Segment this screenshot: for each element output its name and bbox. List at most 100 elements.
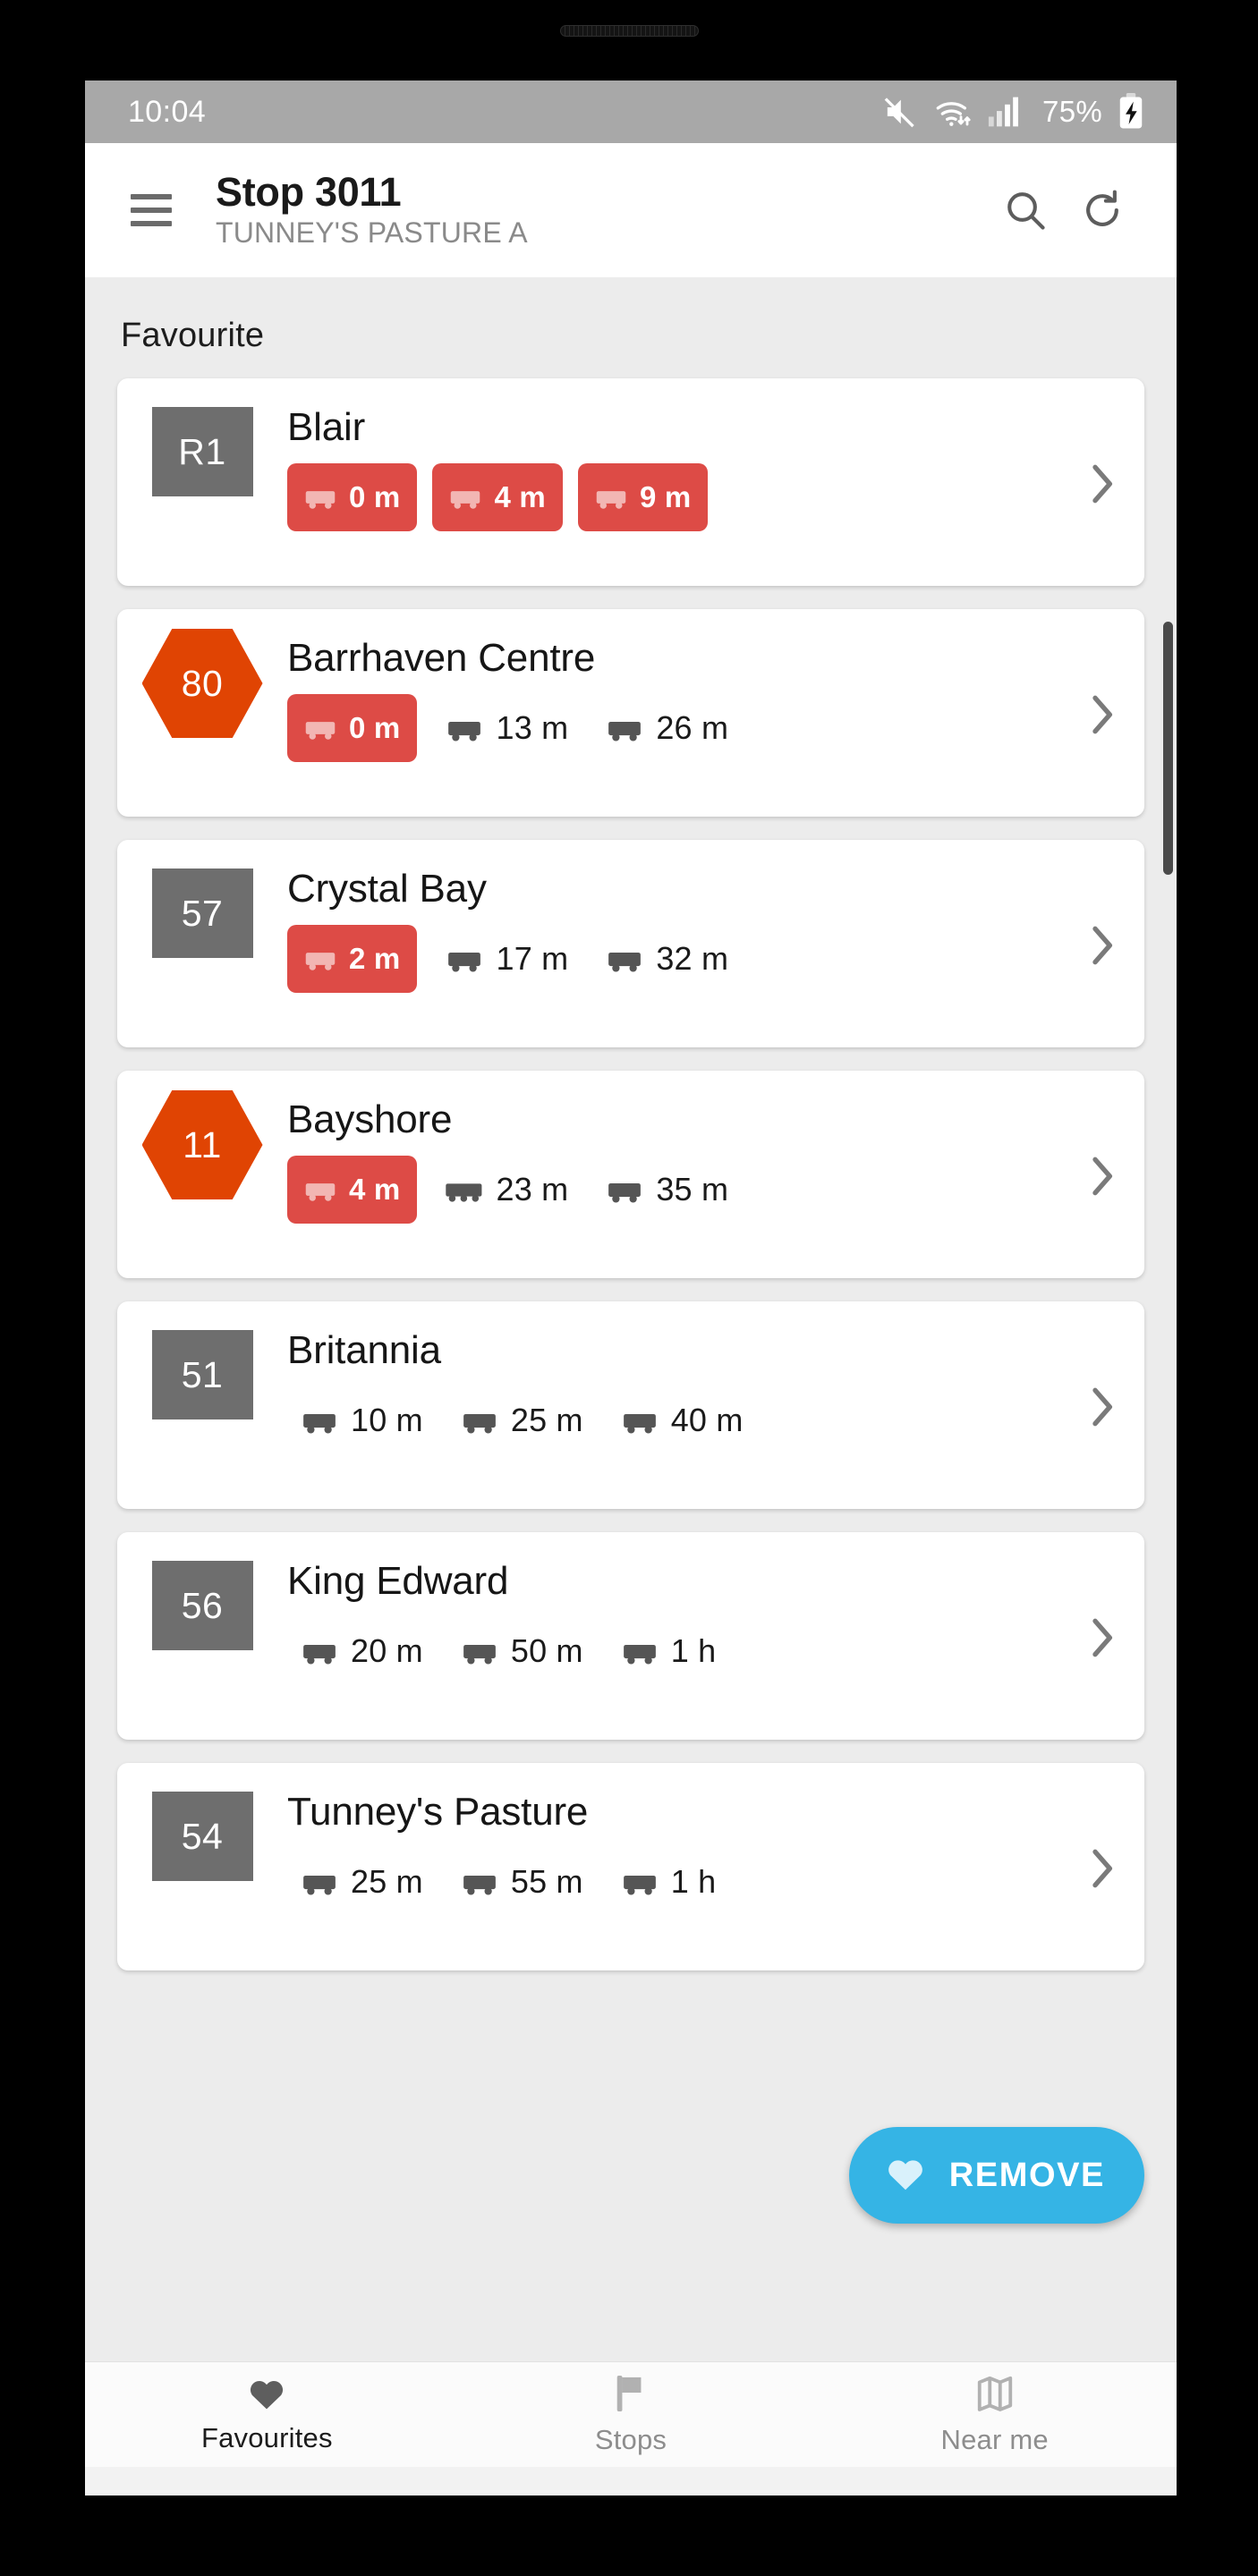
arrival-times-row: 2 m 17 m 32 m	[287, 925, 1041, 994]
hamburger-line	[131, 194, 172, 199]
arrival-time-scheduled: 55 m	[447, 1848, 592, 1916]
route-card-body: Barrhaven Centre 0 m 13 m 26 m	[287, 636, 1058, 763]
bus-icon	[620, 1868, 659, 1897]
title-block: Stop 3011 TUNNEY'S PASTURE A	[216, 170, 987, 250]
arrival-time-live: 0 m	[287, 694, 418, 763]
arrival-time-label: 20 m	[351, 1632, 423, 1670]
route-card-body: King Edward 20 m 50 m 1 h	[287, 1559, 1058, 1685]
arrival-time-scheduled: 1 h	[608, 1848, 726, 1916]
chevron-right-icon[interactable]	[1058, 1843, 1144, 1894]
bus-icon	[302, 484, 338, 511]
arrival-time-label: 25 m	[510, 1402, 583, 1439]
route-card[interactable]: R1 Blair 0 m 4 m 9 m	[117, 378, 1144, 586]
arrival-time-scheduled: 17 m	[432, 925, 577, 993]
bus-icon	[302, 1176, 338, 1203]
arrival-time-label: 0 m	[349, 711, 401, 745]
battery-percent-label: 75%	[1042, 95, 1102, 128]
arrival-time-scheduled: 26 m	[592, 694, 737, 762]
refresh-icon[interactable]	[1064, 172, 1141, 249]
bus-icon	[460, 1868, 499, 1897]
arrival-time-label: 23 m	[496, 1171, 569, 1208]
route-card[interactable]: 80 Barrhaven Centre 0 m 13 m 26 m	[117, 609, 1144, 817]
route-badge-wrap: 51	[117, 1328, 287, 1419]
route-card[interactable]: 56 King Edward 20 m 50 m 1 h	[117, 1532, 1144, 1740]
hamburger-line	[131, 208, 172, 213]
back-button[interactable]	[812, 2493, 1177, 2496]
scrollbar-thumb[interactable]	[1163, 622, 1173, 875]
remove-favourite-button[interactable]: REMOVE	[848, 2127, 1144, 2224]
route-card[interactable]: 51 Britannia 10 m 25 m 40 m	[117, 1301, 1144, 1509]
route-destination-name: Blair	[287, 405, 366, 449]
route-badge: 80	[141, 629, 263, 738]
route-destination-name: Tunney's Pasture	[287, 1790, 589, 1834]
arrival-time-label: 0 m	[349, 480, 401, 514]
arrival-time-scheduled: 20 m	[287, 1617, 432, 1685]
status-bar: 10:04 75%	[85, 80, 1177, 143]
arrival-time-scheduled: 23 m	[432, 1156, 577, 1224]
route-list: R1 Blair 0 m 4 m 9 m 80 Barrhaven Centre 0 m 13 …	[85, 378, 1177, 1970]
favourites-list-scroll[interactable]: Favourite R1 Blair 0 m4 m9 m 80 Barrhaven Ce…	[85, 277, 1177, 2361]
chevron-right-icon[interactable]	[1058, 1382, 1144, 1432]
arrival-time-scheduled: 25 m	[287, 1848, 432, 1916]
route-card[interactable]: 54 Tunney's Pasture 25 m 55 m 1 h	[117, 1763, 1144, 1970]
arrival-times-row: 10 m 25 m 40 m	[287, 1386, 1041, 1454]
arrival-time-live: 4 m	[287, 1156, 418, 1224]
app-bar: Stop 3011 TUNNEY'S PASTURE A	[85, 143, 1177, 277]
search-icon[interactable]	[987, 172, 1064, 249]
bottom-nav-item-favourites[interactable]: Favourites	[85, 2362, 449, 2467]
arrival-times-row: 20 m 50 m 1 h	[287, 1617, 1041, 1685]
route-destination-name: Britannia	[287, 1328, 441, 1372]
arrival-time-live: 2 m	[287, 925, 418, 994]
route-badge-wrap: R1	[117, 405, 287, 496]
arrival-time-label: 32 m	[656, 940, 729, 978]
articulated-bus-icon	[445, 1175, 484, 1205]
route-badge-wrap: 11	[117, 1090, 287, 1199]
chevron-right-icon[interactable]	[1058, 1613, 1144, 1663]
bottom-nav-label: Favourites	[200, 2422, 333, 2453]
arrival-times-row: 4 m 23 m 35 m	[287, 1156, 1041, 1224]
arrival-time-scheduled: 50 m	[447, 1617, 592, 1685]
route-card-body: Blair 0 m 4 m 9 m	[287, 405, 1058, 532]
route-card[interactable]: 57 Crystal Bay 2 m 17 m 32 m	[117, 840, 1144, 1047]
hamburger-line	[131, 221, 172, 226]
bus-icon	[302, 715, 338, 741]
arrival-time-label: 25 m	[351, 1863, 423, 1901]
bus-icon	[593, 484, 629, 511]
arrival-times-row: 25 m 55 m 1 h	[287, 1848, 1041, 1916]
arrival-time-live: 0 m	[287, 463, 418, 532]
arrival-time-live: 4 m	[432, 463, 563, 532]
route-destination-name: Bayshore	[287, 1097, 453, 1141]
bus-icon	[605, 945, 644, 974]
phone-screen: 10:04 75% Stop 3011 TUNNEY'S PASTURE A F…	[85, 80, 1177, 2496]
arrival-time-label: 35 m	[656, 1171, 729, 1208]
arrival-time-scheduled: 25 m	[447, 1386, 592, 1454]
heart-icon	[247, 2375, 286, 2412]
arrival-time-label: 1 h	[670, 1632, 717, 1670]
hamburger-menu-icon[interactable]	[119, 178, 183, 242]
bus-icon	[300, 1637, 339, 1666]
route-card-body: Britannia 10 m 25 m 40 m	[287, 1328, 1058, 1454]
page-subtitle: TUNNEY'S PASTURE A	[216, 216, 528, 249]
chevron-right-icon[interactable]	[1058, 690, 1144, 740]
bus-icon	[300, 1868, 339, 1897]
route-badge: 54	[151, 1792, 253, 1881]
bottom-nav-item-near-me[interactable]: Near me	[812, 2362, 1177, 2467]
status-bar-clock: 10:04	[128, 94, 207, 129]
arrival-time-live: 9 m	[577, 463, 709, 532]
bottom-nav-item-stops[interactable]: Stops	[449, 2362, 813, 2467]
chevron-right-icon[interactable]	[1058, 459, 1144, 509]
route-badge: R1	[151, 407, 253, 496]
chevron-right-icon[interactable]	[1058, 1151, 1144, 1201]
arrival-time-label: 26 m	[656, 709, 729, 747]
arrival-time-scheduled: 32 m	[592, 925, 737, 993]
chevron-right-icon[interactable]	[1058, 920, 1144, 970]
route-card-body: Crystal Bay 2 m 17 m 32 m	[287, 867, 1058, 994]
route-badge: 56	[151, 1561, 253, 1650]
map-icon	[974, 2373, 1016, 2414]
arrival-time-scheduled: 10 m	[287, 1386, 432, 1454]
route-card[interactable]: 11 Bayshore 4 m 23 m 35 m	[117, 1071, 1144, 1278]
status-bar-icons: 75%	[882, 93, 1144, 131]
phone-frame: 10:04 75% Stop 3011 TUNNEY'S PASTURE A F…	[0, 0, 1258, 2576]
bus-icon	[605, 1175, 644, 1205]
bus-icon	[445, 945, 484, 974]
